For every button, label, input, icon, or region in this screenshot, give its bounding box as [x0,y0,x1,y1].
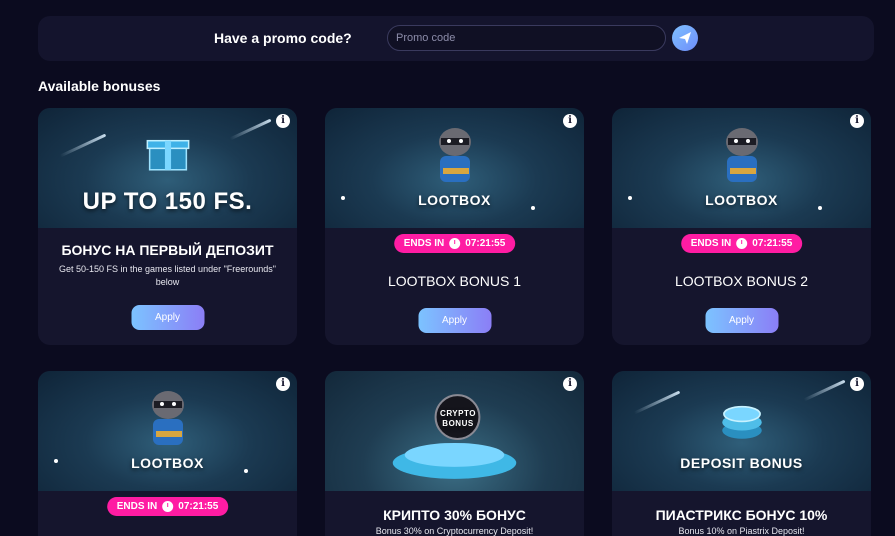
card-description: Bonus 10% on Piastrix Deposit! [678,526,805,536]
raccoon-icon [151,391,184,445]
crypto-coins-icon [392,394,517,479]
timer-icon [736,238,748,249]
bonus-card-crypto: CRYPTO BONUS i КРИПТО 30% БОНУС Bonus 30… [325,371,584,536]
card-banner: LOOTBOX i [325,108,584,228]
promo-label: Have a promo code? [214,30,352,46]
info-icon[interactable]: i [276,114,290,128]
banner-text: LOOTBOX [705,192,778,208]
card-title: БОНУС НА ПЕРВЫЙ ДЕПОЗИТ [61,242,274,258]
apply-button[interactable]: Apply [705,308,778,333]
bonus-card-lootbox-3: LOOTBOX i ENDS IN 07:21:55 [38,371,297,536]
info-icon[interactable]: i [276,377,290,391]
send-arrow-icon [679,32,691,44]
info-icon[interactable]: i [850,114,864,128]
banner-text: CRYPTO BONUS [440,409,476,428]
apply-button[interactable]: Apply [131,305,204,330]
gift-box-icon [146,139,189,171]
promo-submit-button[interactable] [672,25,698,51]
ends-in-time: 07:21:55 [178,501,219,512]
card-banner: LOOTBOX i [38,371,297,491]
banner-text: UP TO 150 FS. [82,188,253,215]
coin-stack-icon [721,405,762,439]
timer-icon [449,238,461,249]
ends-in-label: ENDS IN [403,238,445,249]
info-icon[interactable]: i [563,114,577,128]
ends-in-badge: ENDS IN 07:21:55 [106,497,229,516]
bonus-card-lootbox-2: LOOTBOX i ENDS IN 07:21:55 LOOTBOX BONUS… [612,108,871,345]
raccoon-icon [725,128,758,182]
card-title: LOOTBOX BONUS 1 [387,273,522,289]
card-title: LOOTBOX BONUS 2 [674,273,809,289]
info-icon[interactable]: i [850,377,864,391]
raccoon-icon [438,128,471,182]
timer-icon [162,501,174,512]
card-banner: UP TO 150 FS. i [38,108,297,228]
ends-in-label: ENDS IN [690,238,732,249]
banner-text: LOOTBOX [418,192,491,208]
ends-in-time: 07:21:55 [752,238,793,249]
info-icon[interactable]: i [563,377,577,391]
ends-in-label: ENDS IN [116,501,158,512]
ends-in-badge: ENDS IN 07:21:55 [680,234,803,253]
ends-in-badge: ENDS IN 07:21:55 [393,234,516,253]
apply-button[interactable]: Apply [418,308,491,333]
section-title: Available bonuses [38,78,161,94]
card-description: Get 50-150 FS in the games listed under … [58,264,276,287]
bonus-card-lootbox-1: LOOTBOX i ENDS IN 07:21:55 LOOTBOX BONUS… [325,108,584,345]
card-title: ПИАСТРИКС БОНУС 10% [655,507,828,523]
promo-code-input[interactable] [387,25,666,51]
bonus-card-piastrix: DEPOSIT BONUS i ПИАСТРИКС БОНУС 10% Bonu… [612,371,871,536]
ends-in-time: 07:21:55 [465,238,506,249]
card-description: Bonus 30% on Cryptocurrency Deposit! [375,526,534,536]
bonus-card-first-deposit: UP TO 150 FS. i БОНУС НА ПЕРВЫЙ ДЕПОЗИТ … [38,108,297,345]
banner-text: DEPOSIT BONUS [680,455,803,471]
card-title: КРИПТО 30% БОНУС [383,507,526,523]
promo-bar: Have a promo code? [38,16,874,61]
card-banner: DEPOSIT BONUS i [612,371,871,491]
banner-text: LOOTBOX [131,455,204,471]
card-banner: LOOTBOX i [612,108,871,228]
card-banner: CRYPTO BONUS i [325,371,584,491]
